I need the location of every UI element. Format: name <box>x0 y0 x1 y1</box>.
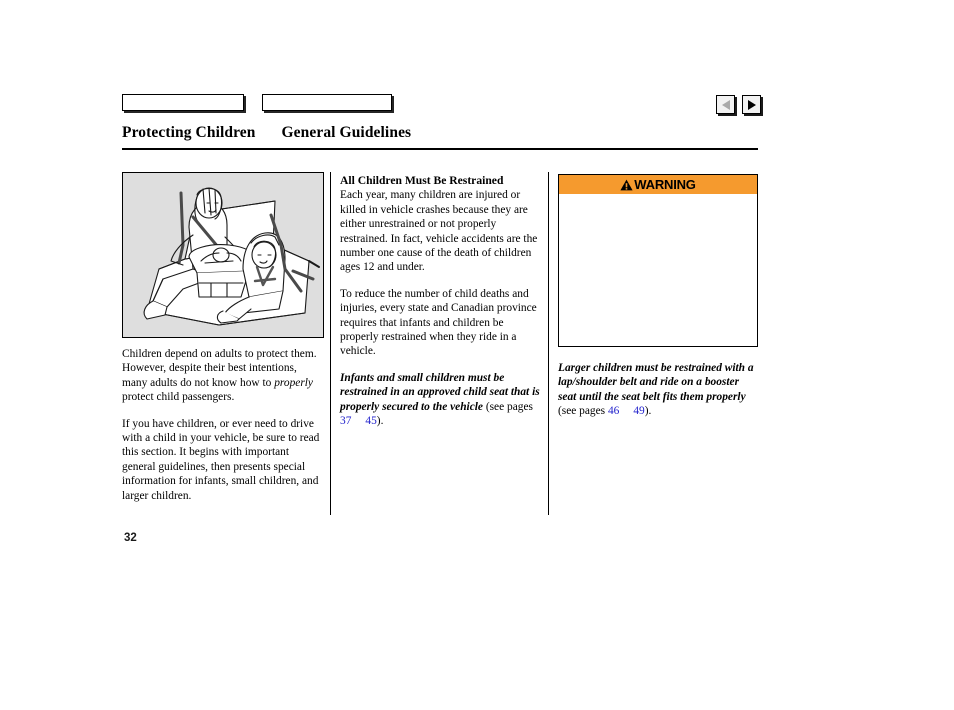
middle-emphasis-paragraph: Infants and small children must be restr… <box>340 371 542 429</box>
rear-seat-occupants-illustration <box>122 172 324 338</box>
right-column: WARNING Larger children must be restrain… <box>558 174 758 419</box>
triangle-right-icon <box>747 99 756 110</box>
title-divider <box>122 148 758 150</box>
column-divider-right <box>548 172 549 515</box>
middle-see-pages-prefix: (see pages <box>482 400 533 413</box>
caption-text-part2: protect child passengers. <box>122 391 235 404</box>
page-link-45[interactable]: 45 <box>365 415 376 427</box>
previous-page-button[interactable] <box>716 95 735 114</box>
page-link-46[interactable]: 46 <box>608 405 619 417</box>
tab-protecting-children[interactable] <box>122 94 244 111</box>
next-page-button[interactable] <box>742 95 761 114</box>
warning-box: WARNING <box>558 174 758 347</box>
middle-see-pages-suffix: ). <box>376 415 384 428</box>
middle-paragraph-2: To reduce the number of child deaths and… <box>340 287 537 358</box>
warning-label: WARNING <box>634 176 696 192</box>
warning-triangle-icon <box>620 178 633 191</box>
page-title: Protecting Children General Guidelines <box>122 124 758 142</box>
left-column: Children depend on adults to protect the… <box>122 172 326 503</box>
page-link-49[interactable]: 49 <box>633 405 644 417</box>
page-number: 32 <box>124 532 137 544</box>
tab-row <box>122 94 762 114</box>
middle-paragraph-1: Each year, many children are injured or … <box>340 189 538 274</box>
warning-header: WARNING <box>559 175 757 194</box>
page-navigation <box>716 95 764 114</box>
triangle-left-icon <box>721 99 730 110</box>
illustration-caption: Children depend on adults to protect the… <box>122 347 322 405</box>
middle-heading: All Children Must Be Restrained <box>340 174 504 187</box>
right-see-pages-prefix: (see pages <box>558 405 608 418</box>
left-paragraph-2: If you have children, or ever need to dr… <box>122 417 320 502</box>
right-emphasis-text: Larger children must be restrained with … <box>558 362 754 403</box>
page-link-37[interactable]: 37 <box>340 415 351 427</box>
column-divider-left <box>330 172 331 515</box>
tab-general-guidelines[interactable] <box>262 94 392 111</box>
caption-text-italic: properly <box>274 376 313 389</box>
right-see-pages-suffix: ). <box>644 405 652 418</box>
page-title-main: Protecting Children <box>122 124 256 141</box>
page-title-sub: General Guidelines <box>281 124 412 141</box>
middle-column: All Children Must Be Restrained Each yea… <box>340 174 542 429</box>
right-emphasis-paragraph: Larger children must be restrained with … <box>558 361 756 419</box>
manual-page: Protecting Children General Guidelines C… <box>0 0 954 710</box>
warning-body <box>559 194 757 346</box>
